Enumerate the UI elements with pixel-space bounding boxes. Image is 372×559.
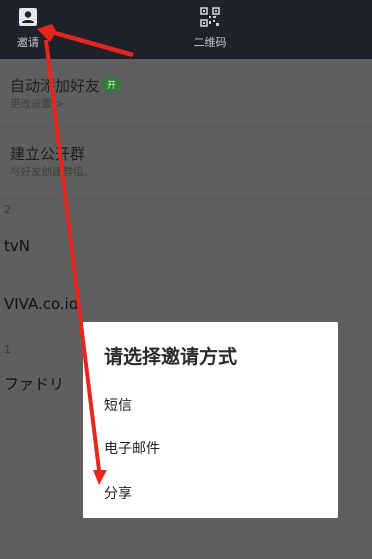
- section-count: 2: [4, 203, 11, 216]
- tab-invite[interactable]: 邀请: [0, 0, 68, 59]
- friend-item[interactable]: VIVA.co.id: [4, 295, 78, 313]
- open-group-sub: 与好友创建群组。: [10, 166, 94, 178]
- option-email[interactable]: 电子邮件: [104, 438, 160, 458]
- friend-item[interactable]: ファドリ: [4, 373, 64, 394]
- status-badge: 开: [102, 77, 122, 92]
- person-icon: [18, 7, 38, 30]
- auto-add-title: 自动添加好友: [10, 77, 101, 95]
- open-group-title: 建立公开群: [10, 145, 86, 163]
- divider: [0, 121, 372, 122]
- tab-qr-label: 二维码: [193, 36, 227, 49]
- friend-item[interactable]: tvN: [4, 237, 30, 255]
- invite-method-dialog: 请选择邀请方式 短信 电子邮件 分享: [83, 322, 338, 518]
- option-share[interactable]: 分享: [104, 483, 132, 503]
- dialog-title: 请选择邀请方式: [104, 346, 238, 368]
- change-settings-link[interactable]: 更改设置 >: [10, 96, 64, 111]
- tab-invite-label: 邀请: [17, 36, 39, 49]
- option-sms[interactable]: 短信: [104, 395, 132, 415]
- qr-code-icon: [200, 7, 220, 30]
- tab-qr-code[interactable]: 二维码: [170, 0, 250, 59]
- top-tab-bar: 邀请 二维码: [0, 0, 372, 59]
- section-count: 1: [4, 343, 11, 356]
- divider: [0, 193, 372, 194]
